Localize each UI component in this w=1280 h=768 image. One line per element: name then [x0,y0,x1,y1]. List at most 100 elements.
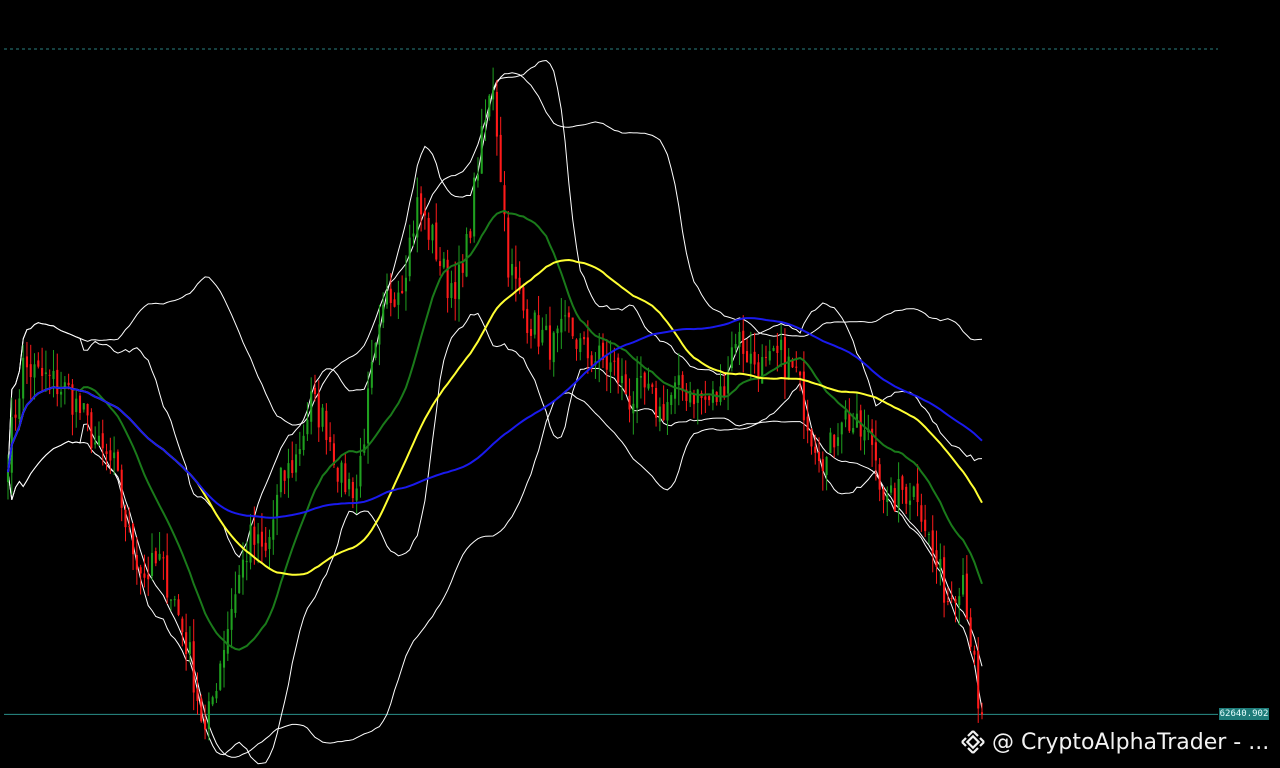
candle-body [268,537,271,550]
candle-body [522,287,525,311]
candle-body [950,598,953,600]
candle-body [211,697,214,705]
candle-body [90,412,93,449]
candle-body [366,388,370,444]
ma-100-line [7,317,983,519]
candle-body [560,318,563,333]
moving-averages [7,209,983,651]
candle-body [882,489,885,500]
candle-body [382,304,385,323]
candle-body [18,398,21,419]
candle-body [969,617,972,647]
candle-body [78,395,82,413]
candle-body [450,283,453,299]
candle-body [666,402,669,421]
candle-body [636,377,639,408]
candle-body [109,450,112,461]
candle-body [753,351,756,365]
candle-body [935,550,938,567]
candle-body [954,599,957,603]
candle-body [82,403,85,410]
candle-body [276,494,279,517]
candle-body [226,629,229,654]
candle-body [958,596,961,606]
candle-body [817,452,821,462]
candle-body [814,446,817,453]
candle-body [488,95,491,117]
candle-body [185,632,188,655]
candle-body [863,430,866,441]
candle-body [833,434,836,448]
candle-body [60,391,63,395]
candle-body [901,476,904,490]
bollinger-20-lower [7,312,983,765]
candle-body [723,386,726,397]
candle-body [908,500,912,505]
candle-body [962,575,965,595]
candle-body [980,712,984,715]
candle-body [632,403,635,414]
candle-body [116,451,119,471]
candle-body [495,91,498,137]
candle-body [348,478,351,490]
candle-body [897,479,900,508]
candle-body [533,312,536,335]
candle-body [727,371,730,394]
candle-body [461,263,464,273]
candle-body [14,414,17,418]
price-chart[interactable] [0,0,1280,768]
candle-body [609,362,612,372]
candle-body [590,355,593,366]
candle-body [435,222,438,260]
candle-body [780,339,783,351]
candle-body [893,488,896,511]
candle-body [44,372,47,374]
candle-body [844,410,847,420]
bollinger-50-upper [7,72,983,473]
candle-body [86,403,89,416]
candle-body [628,395,631,410]
candle-body [120,469,123,508]
candle-body [378,324,381,345]
candle-body [514,266,517,279]
candle-body [181,618,184,632]
bollinger-bands [7,59,983,765]
candle-body [829,432,832,454]
candle-body [776,345,779,353]
candle-body [931,530,934,554]
candle-body [886,495,889,503]
candle-body [253,526,256,545]
candle-body [188,642,191,654]
candle-body [306,419,309,435]
candle-body [52,370,55,380]
candle-body [302,435,305,450]
candle-body [586,337,589,359]
candle-body [147,574,150,580]
candle-body [465,234,468,277]
candle-body [556,328,559,334]
candle-body [677,375,680,385]
candle-body [469,231,472,238]
candle-body [579,338,582,353]
candle-body [196,688,199,701]
candle-body [166,555,169,598]
candle-body [298,449,301,455]
candle-body [291,460,294,474]
candle-body [264,542,267,551]
candle-body [730,347,733,369]
candle-body [583,336,586,340]
candle-body [764,356,768,358]
candle-body [241,559,245,578]
bollinger-20-upper [7,59,983,558]
candle-body [113,452,116,459]
candle-body [370,362,373,388]
candle-body [169,599,173,601]
candle-body [643,372,646,388]
watermark: @ CryptoAlphaTrader - ... [960,726,1269,758]
candle-body [37,360,40,367]
candle-body [238,574,241,594]
candle-body [564,315,567,317]
candle-body [204,719,207,730]
candle-body [272,519,275,540]
candle-body [890,485,893,493]
